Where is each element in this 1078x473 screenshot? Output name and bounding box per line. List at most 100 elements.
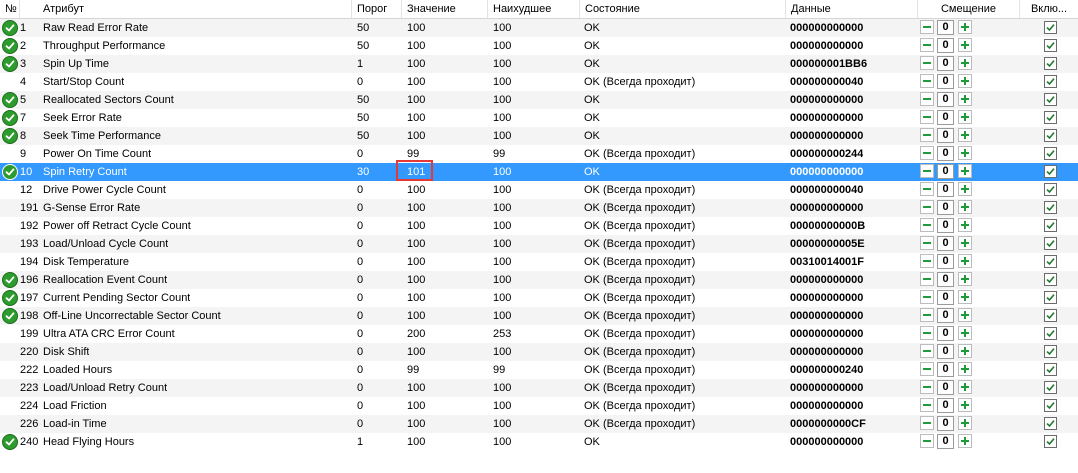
offset-increase-button[interactable] bbox=[958, 380, 972, 394]
table-row[interactable]: 223 Load/Unload Retry Count 0 100 100 OK (Все… bbox=[0, 379, 1078, 397]
offset-input[interactable]: 0 bbox=[937, 326, 954, 341]
table-row[interactable]: 224 Load Friction 0 100 100 OK (Всегда проход… bbox=[0, 397, 1078, 415]
column-header-threshold[interactable]: Порог bbox=[352, 0, 402, 18]
offset-input[interactable]: 0 bbox=[937, 236, 954, 251]
column-header-enabled[interactable]: Вклю... bbox=[1020, 0, 1078, 18]
offset-input[interactable]: 0 bbox=[937, 56, 954, 71]
enabled-checkbox[interactable] bbox=[1044, 147, 1057, 160]
enabled-checkbox[interactable] bbox=[1044, 399, 1057, 412]
table-row[interactable]: 10 Spin Retry Count 30 101 100 OK 000000000000… bbox=[0, 163, 1078, 181]
offset-decrease-button[interactable] bbox=[920, 344, 934, 358]
offset-decrease-button[interactable] bbox=[920, 308, 934, 322]
offset-decrease-button[interactable] bbox=[920, 74, 934, 88]
offset-input[interactable]: 0 bbox=[937, 416, 954, 431]
column-header-value[interactable]: Значение bbox=[402, 0, 488, 18]
offset-increase-button[interactable] bbox=[958, 344, 972, 358]
enabled-checkbox[interactable] bbox=[1044, 345, 1057, 358]
offset-increase-button[interactable] bbox=[958, 128, 972, 142]
table-row[interactable]: 12 Drive Power Cycle Count 0 100 100 OK (Всег… bbox=[0, 181, 1078, 199]
offset-increase-button[interactable] bbox=[958, 74, 972, 88]
offset-input[interactable]: 0 bbox=[937, 380, 954, 395]
offset-increase-button[interactable] bbox=[958, 92, 972, 106]
column-header-attribute[interactable]: Атрибут bbox=[38, 0, 352, 18]
offset-decrease-button[interactable] bbox=[920, 92, 934, 106]
enabled-checkbox[interactable] bbox=[1044, 417, 1057, 430]
enabled-checkbox[interactable] bbox=[1044, 201, 1057, 214]
offset-decrease-button[interactable] bbox=[920, 236, 934, 250]
table-row[interactable]: 193 Load/Unload Cycle Count 0 100 100 OK (Все… bbox=[0, 235, 1078, 253]
offset-input[interactable]: 0 bbox=[937, 290, 954, 305]
offset-decrease-button[interactable] bbox=[920, 326, 934, 340]
enabled-checkbox[interactable] bbox=[1044, 237, 1057, 250]
offset-increase-button[interactable] bbox=[958, 326, 972, 340]
table-row[interactable]: 9 Power On Time Count 0 99 99 OK (Всегда прох… bbox=[0, 145, 1078, 163]
table-row[interactable]: 5 Reallocated Sectors Count 50 100 100 OK 0000… bbox=[0, 91, 1078, 109]
offset-input[interactable]: 0 bbox=[937, 74, 954, 89]
column-header-offset[interactable]: Смещение bbox=[918, 0, 1020, 18]
offset-decrease-button[interactable] bbox=[920, 380, 934, 394]
offset-increase-button[interactable] bbox=[958, 272, 972, 286]
table-row[interactable]: 198 Off-Line Uncorrectable Sector Count 0 1… bbox=[0, 307, 1078, 325]
offset-input[interactable]: 0 bbox=[937, 200, 954, 215]
offset-increase-button[interactable] bbox=[958, 182, 972, 196]
offset-increase-button[interactable] bbox=[958, 362, 972, 376]
table-row[interactable]: 1 Raw Read Error Rate 50 100 100 OK 0000000000… bbox=[0, 19, 1078, 37]
table-row[interactable]: 191 G-Sense Error Rate 0 100 100 OK (Всегда п… bbox=[0, 199, 1078, 217]
table-row[interactable]: 196 Reallocation Event Count 0 100 100 OK (Вс… bbox=[0, 271, 1078, 289]
offset-decrease-button[interactable] bbox=[920, 272, 934, 286]
offset-increase-button[interactable] bbox=[958, 200, 972, 214]
offset-decrease-button[interactable] bbox=[920, 146, 934, 160]
offset-input[interactable]: 0 bbox=[937, 128, 954, 143]
enabled-checkbox[interactable] bbox=[1044, 183, 1057, 196]
offset-input[interactable]: 0 bbox=[937, 218, 954, 233]
enabled-checkbox[interactable] bbox=[1044, 57, 1057, 70]
offset-increase-button[interactable] bbox=[958, 38, 972, 52]
offset-increase-button[interactable] bbox=[958, 56, 972, 70]
enabled-checkbox[interactable] bbox=[1044, 327, 1057, 340]
offset-decrease-button[interactable] bbox=[920, 164, 934, 178]
table-row[interactable]: 7 Seek Error Rate 50 100 100 OK 000000000000 0 bbox=[0, 109, 1078, 127]
offset-decrease-button[interactable] bbox=[920, 200, 934, 214]
enabled-checkbox[interactable] bbox=[1044, 129, 1057, 142]
offset-increase-button[interactable] bbox=[958, 308, 972, 322]
offset-input[interactable]: 0 bbox=[937, 38, 954, 53]
offset-input[interactable]: 0 bbox=[937, 164, 954, 179]
table-row[interactable]: 240 Head Flying Hours 1 100 100 OK 00000000000… bbox=[0, 433, 1078, 451]
enabled-checkbox[interactable] bbox=[1044, 255, 1057, 268]
offset-increase-button[interactable] bbox=[958, 110, 972, 124]
table-row[interactable]: 220 Disk Shift 0 100 100 OK (Всегда проходит)… bbox=[0, 343, 1078, 361]
enabled-checkbox[interactable] bbox=[1044, 111, 1057, 124]
offset-input[interactable]: 0 bbox=[937, 110, 954, 125]
offset-increase-button[interactable] bbox=[958, 290, 972, 304]
offset-increase-button[interactable] bbox=[958, 398, 972, 412]
offset-decrease-button[interactable] bbox=[920, 128, 934, 142]
table-row[interactable]: 194 Disk Temperature 0 100 100 OK (Всегда про… bbox=[0, 253, 1078, 271]
enabled-checkbox[interactable] bbox=[1044, 273, 1057, 286]
column-header-state[interactable]: Состояние bbox=[580, 0, 786, 18]
enabled-checkbox[interactable] bbox=[1044, 219, 1057, 232]
offset-input[interactable]: 0 bbox=[937, 344, 954, 359]
offset-decrease-button[interactable] bbox=[920, 434, 934, 448]
enabled-checkbox[interactable] bbox=[1044, 21, 1057, 34]
offset-decrease-button[interactable] bbox=[920, 290, 934, 304]
offset-increase-button[interactable] bbox=[958, 164, 972, 178]
offset-increase-button[interactable] bbox=[958, 146, 972, 160]
offset-input[interactable]: 0 bbox=[937, 20, 954, 35]
offset-increase-button[interactable] bbox=[958, 434, 972, 448]
table-row[interactable]: 226 Load-in Time 0 100 100 OK (Всегда проходи… bbox=[0, 415, 1078, 433]
table-row[interactable]: 222 Loaded Hours 0 99 99 OK (Всегда проходит)… bbox=[0, 361, 1078, 379]
offset-decrease-button[interactable] bbox=[920, 362, 934, 376]
table-row[interactable]: 8 Seek Time Performance 50 100 100 OK 00000000… bbox=[0, 127, 1078, 145]
enabled-checkbox[interactable] bbox=[1044, 75, 1057, 88]
offset-increase-button[interactable] bbox=[958, 254, 972, 268]
enabled-checkbox[interactable] bbox=[1044, 435, 1057, 448]
offset-decrease-button[interactable] bbox=[920, 110, 934, 124]
offset-input[interactable]: 0 bbox=[937, 434, 954, 449]
enabled-checkbox[interactable] bbox=[1044, 291, 1057, 304]
enabled-checkbox[interactable] bbox=[1044, 39, 1057, 52]
offset-decrease-button[interactable] bbox=[920, 218, 934, 232]
offset-input[interactable]: 0 bbox=[937, 398, 954, 413]
table-row[interactable]: 2 Throughput Performance 50 100 100 OK 0000000… bbox=[0, 37, 1078, 55]
offset-decrease-button[interactable] bbox=[920, 182, 934, 196]
offset-input[interactable]: 0 bbox=[937, 362, 954, 377]
